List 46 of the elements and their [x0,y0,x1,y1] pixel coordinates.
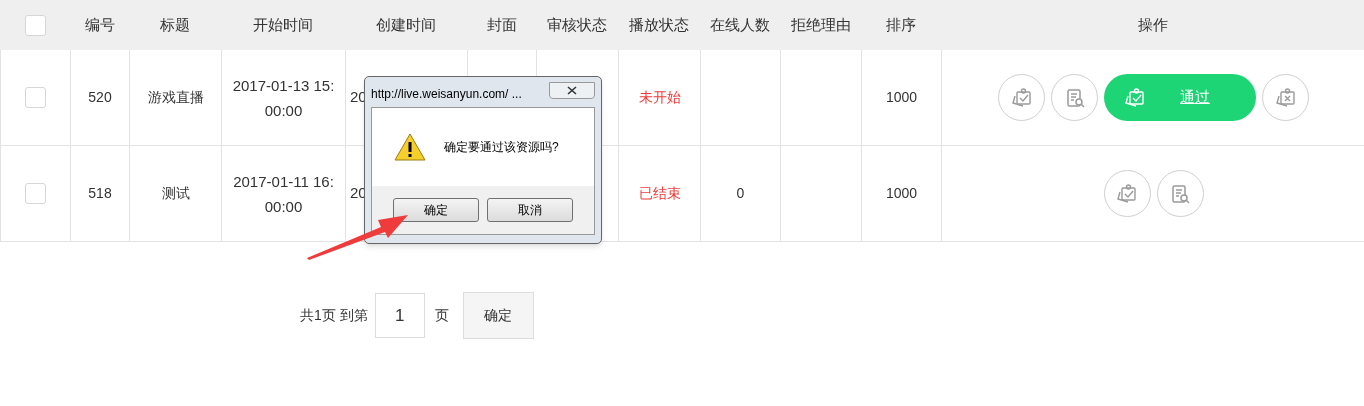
column-header: 编号 [84,14,115,35]
approve-button[interactable] [1103,170,1151,217]
table-cell-text: 1000 [885,88,918,107]
clipboard-check-icon [1116,182,1138,205]
dialog-button[interactable]: 确定 [393,198,479,222]
table-cell-text: 游戏直播 [147,88,204,107]
close-button[interactable] [549,81,595,99]
clipboard-check-icon [1124,86,1146,109]
checkbox[interactable] [25,87,46,108]
clipboard-check-icon [1010,86,1033,109]
column-header: 封面 [486,14,517,35]
checkbox[interactable] [25,183,46,204]
table-cell-text: 2017-01-13 15: 00:00 [232,75,335,121]
page-unit: 页 [434,306,449,325]
table-cell-text: 518 [88,184,112,203]
column-header: 拒绝理由 [790,14,851,35]
page-summary: 共1页 到第 [300,306,368,325]
warning-icon [394,133,426,161]
dialog-button[interactable]: 取消 [487,198,573,222]
column-header: 排序 [886,14,916,35]
column-header: 在线人数 [710,14,770,35]
clipboard-x-icon [1274,86,1297,109]
column-header: 播放状态 [629,14,689,35]
reject-button[interactable] [1262,74,1309,121]
column-header: 创建时间 [376,14,436,35]
view-button[interactable] [1051,74,1098,121]
table-cell-text: 0 [736,184,745,203]
dialog-title: http://live.weisanyun.com/ ... [371,86,522,103]
page-input[interactable]: 1 [374,293,425,338]
checkbox[interactable] [24,14,46,36]
table-cell-text: 2017-01-11 16: 00:00 [233,171,334,217]
go-button[interactable]: 确定 [462,292,534,339]
close-icon [567,85,577,95]
table-cell-text: 已结束 [638,184,681,203]
column-header: 操作 [1137,14,1168,35]
table-cell-text: 520 [88,88,112,107]
column-header: 开始时间 [253,14,313,35]
approve-button[interactable] [998,74,1045,121]
view-button[interactable] [1156,170,1204,217]
column-header: 标题 [160,14,190,35]
table-cell-text: 1000 [885,184,918,203]
document-search-icon [1169,182,1191,205]
column-header: 审核状态 [547,14,607,35]
table-cell-text: 未开始 [638,88,681,107]
dialog-message: 确定要通过该资源吗? [444,139,559,156]
table-cell-text: 测试 [161,184,190,203]
